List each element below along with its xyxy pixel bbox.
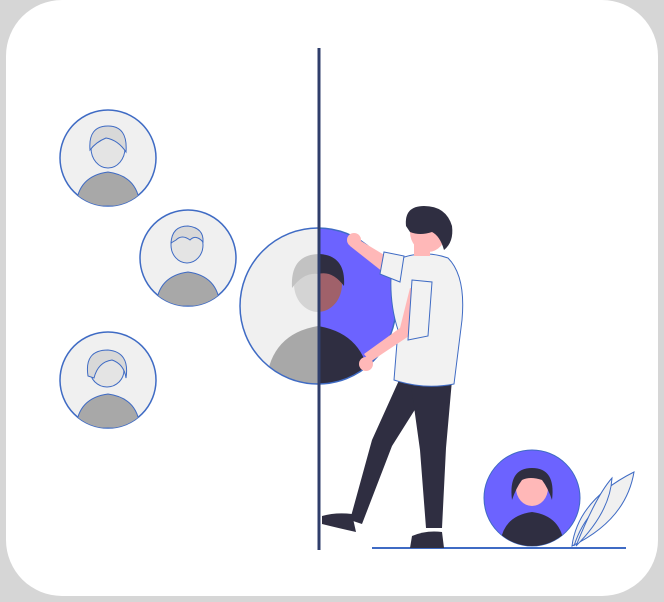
user-avatar-icon [59,331,157,429]
illustration-card [6,0,658,596]
user-avatar-icon [59,109,157,207]
user-avatar-icon [483,449,581,547]
user-avatar-icon [139,209,237,307]
leaf-icon [571,471,635,547]
identity-illustration [59,48,635,550]
